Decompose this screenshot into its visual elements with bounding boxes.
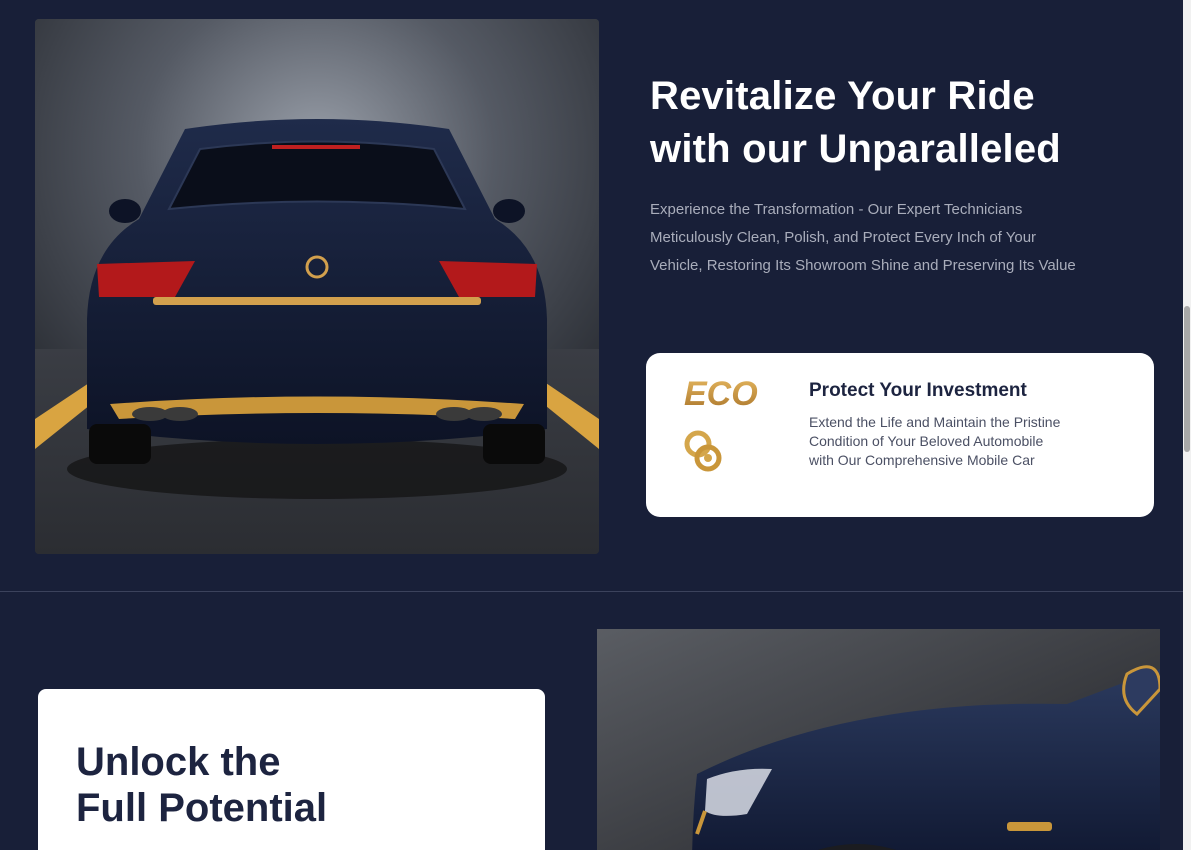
invest-text-line1: Extend the Life and Maintain the Pristin…: [809, 414, 1061, 430]
hero-description-line2: Meticulously Clean, Polish, and Protect …: [650, 229, 1037, 246]
invest-text-line3: with Our Comprehensive Mobile Car: [809, 452, 1035, 468]
hero-title-line1: Revitalize Your Ride: [650, 74, 1035, 118]
gold-emblem-icon: [684, 430, 722, 472]
hero-description: Experience the Transformation - Our Expe…: [650, 196, 1150, 280]
unlock-title-line1: Unlock the: [76, 740, 281, 784]
scrollbar-thumb[interactable]: [1184, 306, 1190, 452]
hero-description-line1: Experience the Transformation - Our Expe…: [650, 201, 1023, 218]
unlock-title: Unlock the Full Potential: [76, 739, 496, 831]
hero-title-line2: with our Unparalleled: [650, 127, 1061, 171]
eco-logo: ECO: [684, 375, 758, 413]
invest-text-line2: Condition of Your Beloved Automobile: [809, 433, 1044, 449]
car-side-image: [597, 629, 1160, 850]
scrollbar[interactable]: [1183, 0, 1191, 850]
invest-text: Extend the Life and Maintain the Pristin…: [809, 413, 1109, 470]
unlock-title-line2: Full Potential: [76, 786, 328, 830]
page: Revitalize Your Ride with our Unparallele…: [0, 0, 1191, 850]
invest-title: Protect Your Investment: [809, 380, 1027, 401]
protect-investment-card: ECO Protect Your Investment Extend the L…: [646, 353, 1154, 517]
eco-logo-text: ECO: [684, 375, 758, 413]
hero-description-line3: Vehicle, Restoring Its Showroom Shine an…: [650, 257, 1076, 274]
unlock-card: Unlock the Full Potential: [38, 689, 545, 850]
hero-title: Revitalize Your Ride with our Unparallele…: [650, 70, 1150, 176]
section-divider: [0, 591, 1183, 592]
car-rear-image: [35, 19, 599, 554]
